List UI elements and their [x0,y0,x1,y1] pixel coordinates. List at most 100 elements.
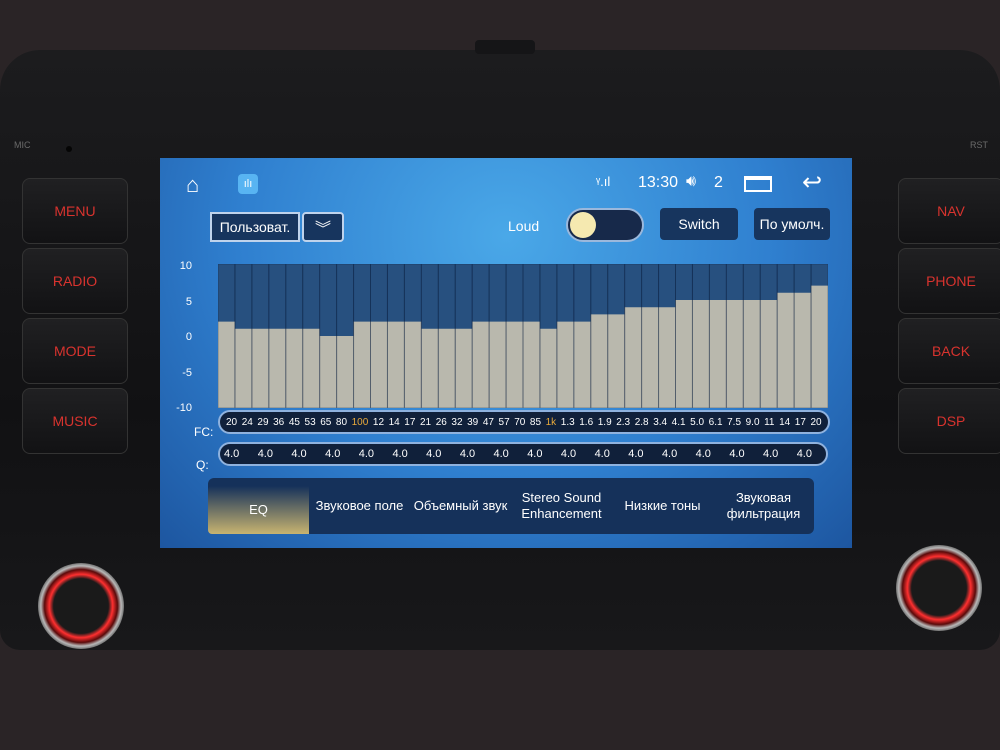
phone-button[interactable]: PHONE [898,248,1000,314]
eq-band-23[interactable] [607,264,626,408]
q-value[interactable]: 4.0 [392,448,407,460]
fc-value[interactable]: 45 [289,417,300,428]
eq-band-0[interactable] [218,264,236,408]
fc-value[interactable]: 3.4 [653,417,667,428]
eq-band-32[interactable] [759,264,778,408]
q-value[interactable]: 4.0 [763,448,778,460]
fc-value[interactable]: 2.3 [616,417,630,428]
eq-graph[interactable] [218,264,828,408]
q-value[interactable]: 4.0 [797,448,812,460]
q-value[interactable]: 4.0 [561,448,576,460]
music-button[interactable]: MUSIC [22,388,128,454]
fc-value[interactable]: 14 [389,417,400,428]
fc-value[interactable]: 20 [810,417,821,428]
fc-value[interactable]: 17 [404,417,415,428]
eq-band-19[interactable] [539,264,558,408]
fc-value[interactable]: 6.1 [709,417,723,428]
eq-band-29[interactable] [708,264,727,408]
q-value[interactable]: 4.0 [291,448,306,460]
fc-value[interactable]: 2.8 [635,417,649,428]
nav-button[interactable]: NAV [898,178,1000,244]
fc-value[interactable]: 53 [305,417,316,428]
tab-stereo-enhancement[interactable]: Stereo Sound Enhancement [511,478,612,534]
q-value[interactable]: 4.0 [696,448,711,460]
eq-band-8[interactable] [353,264,372,408]
fc-value[interactable]: 1.9 [598,417,612,428]
q-value[interactable]: 4.0 [527,448,542,460]
eq-band-6[interactable] [319,264,338,408]
fc-value[interactable]: 1.3 [561,417,575,428]
preset-dropdown-button[interactable]: ︾ [302,212,344,242]
eq-band-14[interactable] [454,264,473,408]
eq-band-16[interactable] [488,264,507,408]
fc-value[interactable]: 32 [451,417,462,428]
eq-band-34[interactable] [793,264,812,408]
eq-band-10[interactable] [386,264,405,408]
equalizer-app-icon[interactable]: ılı [238,174,258,194]
eq-band-4[interactable] [285,264,304,408]
fc-value[interactable]: 39 [467,417,478,428]
tab-sound-field[interactable]: Звуковое поле [309,478,410,534]
q-value[interactable]: 4.0 [628,448,643,460]
q-value[interactable]: 4.0 [662,448,677,460]
switch-button[interactable]: Switch [660,208,738,240]
fc-value[interactable]: 21 [420,417,431,428]
eq-band-20[interactable] [556,264,575,408]
q-value[interactable]: 4.0 [426,448,441,460]
eq-band-26[interactable] [658,264,676,408]
tab-surround[interactable]: Объемный звук [410,478,511,534]
fc-value[interactable]: 80 [336,417,347,428]
q-value[interactable]: 4.0 [224,448,239,460]
q-value[interactable]: 4.0 [460,448,475,460]
q-value[interactable]: 4.0 [494,448,509,460]
eq-band-5[interactable] [302,264,321,408]
fc-value[interactable]: 85 [530,417,541,428]
eq-band-24[interactable] [624,264,643,408]
eq-band-9[interactable] [370,264,388,408]
fc-value[interactable]: 17 [795,417,806,428]
eq-band-2[interactable] [251,264,270,408]
eq-band-18[interactable] [522,264,541,408]
fc-value[interactable]: 7.5 [727,417,741,428]
preset-selector[interactable]: Пользоват. [210,212,300,242]
tab-sound-filter[interactable]: Звуковая фильтрация [713,478,814,534]
left-volume-knob[interactable] [38,563,124,649]
fc-value[interactable]: 14 [779,417,790,428]
eq-band-17[interactable] [505,264,524,408]
recent-apps-icon[interactable] [744,176,772,192]
eq-band-30[interactable] [725,264,744,408]
menu-button[interactable]: MENU [22,178,128,244]
eq-band-22[interactable] [590,264,609,408]
fc-value[interactable]: 4.1 [672,417,686,428]
radio-button[interactable]: RADIO [22,248,128,314]
fc-value[interactable]: 26 [436,417,447,428]
fc-value[interactable]: 70 [514,417,525,428]
fc-value[interactable]: 9.0 [746,417,760,428]
eq-band-3[interactable] [268,264,287,408]
home-icon[interactable]: ⌂ [186,172,199,198]
fc-value[interactable]: 5.0 [690,417,704,428]
loud-toggle[interactable] [566,208,644,242]
eq-band-15[interactable] [471,264,490,408]
q-value[interactable]: 4.0 [595,448,610,460]
q-value[interactable]: 4.0 [729,448,744,460]
right-tune-knob[interactable] [896,545,982,631]
fc-value[interactable]: 20 [226,417,237,428]
tab-eq[interactable]: EQ [208,486,309,534]
fc-value[interactable]: 12 [373,417,384,428]
fc-value[interactable]: 47 [483,417,494,428]
q-value[interactable]: 4.0 [325,448,340,460]
back-icon[interactable]: ↩ [802,168,822,197]
eq-band-11[interactable] [403,264,422,408]
fc-value[interactable]: 100 [352,417,369,428]
eq-band-31[interactable] [742,264,761,408]
dsp-button[interactable]: DSP [898,388,1000,454]
eq-band-25[interactable] [641,264,660,408]
eq-band-7[interactable] [336,264,355,408]
fc-value[interactable]: 57 [499,417,510,428]
fc-value[interactable]: 11 [764,417,774,428]
eq-band-28[interactable] [691,264,710,408]
volume-icon[interactable]: 🔊︎ [686,173,696,191]
eq-band-33[interactable] [776,264,795,408]
q-value[interactable]: 4.0 [258,448,273,460]
